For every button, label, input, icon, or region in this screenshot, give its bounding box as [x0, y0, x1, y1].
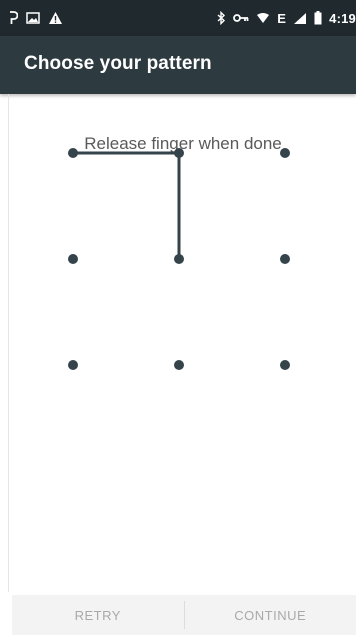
status-left-icons	[8, 9, 63, 27]
status-right-icons: E 4:19	[216, 9, 356, 27]
pattern-dot-target-6[interactable]	[271, 331, 315, 375]
app-bar: Choose your pattern	[0, 36, 356, 94]
pattern-dot-target-9[interactable]	[271, 437, 315, 481]
pattern-dot-target-7[interactable]	[59, 437, 103, 481]
footer-button-bar: RETRY CONTINUE	[12, 595, 356, 635]
pattern-dot-target-1[interactable]	[59, 225, 103, 269]
pattern-dot-target-2[interactable]	[165, 225, 209, 269]
pattern-dot-target-4[interactable]	[59, 331, 103, 375]
signal-icon	[293, 12, 307, 25]
pattern-dot-target-8[interactable]	[165, 437, 209, 481]
image-icon	[26, 12, 40, 24]
network-type: E	[277, 10, 287, 26]
pattern-instruction: Release finger when done	[84, 134, 282, 153]
bluetooth-icon	[216, 11, 226, 25]
page-title: Choose your pattern	[24, 53, 212, 74]
pattern-dot-target-3[interactable]	[271, 225, 315, 269]
status-bar: E 4:19	[0, 0, 356, 36]
pinterest-icon	[8, 11, 18, 25]
wifi-icon	[256, 12, 270, 24]
continue-button[interactable]: CONTINUE	[185, 595, 356, 635]
battery-icon	[314, 11, 322, 25]
clock: 4:19	[329, 10, 356, 26]
pattern-setup-screen: E 4:19 Choose your pattern Release finge…	[0, 0, 356, 635]
vpn-key-icon	[233, 13, 249, 23]
pattern-dot-target-5[interactable]	[165, 331, 209, 375]
retry-button[interactable]: RETRY	[12, 595, 184, 635]
warning-icon	[48, 11, 63, 25]
